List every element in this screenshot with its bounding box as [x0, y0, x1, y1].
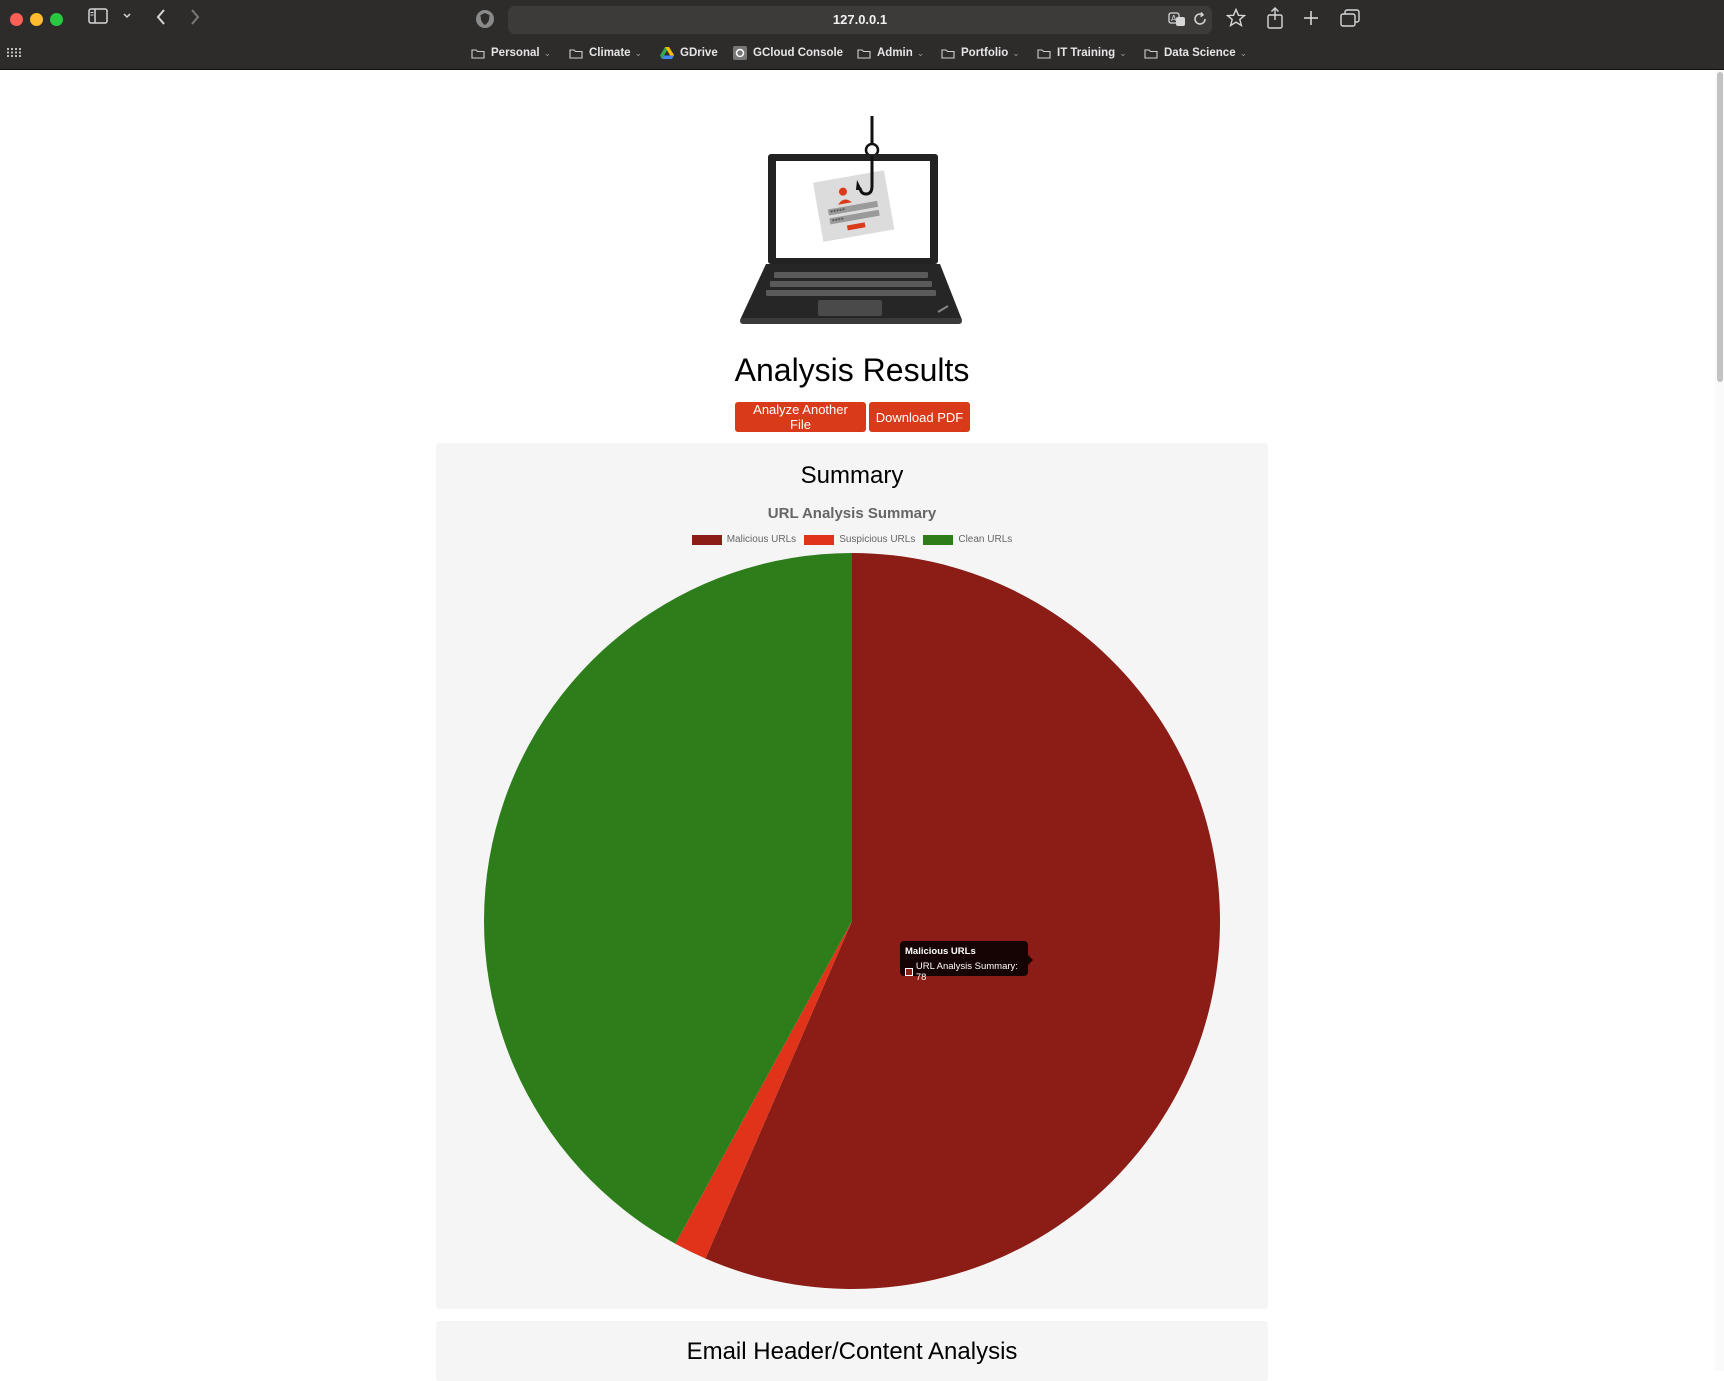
maximize-window-button[interactable]	[50, 13, 63, 26]
bookmark-label: IT Training	[1057, 47, 1116, 59]
forward-icon[interactable]	[189, 8, 201, 26]
tooltip-value: URL Analysis Summary: 78	[915, 961, 1018, 983]
folder-icon	[569, 48, 583, 59]
chart-tooltip: Malicious URLs URL Analysis Summary: 78	[900, 941, 1028, 983]
folder-icon	[857, 48, 871, 59]
folder-icon	[941, 48, 955, 59]
chevron-down-icon: ⌄	[634, 47, 643, 58]
chevron-down-icon: ⌄	[1119, 47, 1127, 58]
chevron-down-icon: ⌄	[1012, 47, 1020, 58]
close-window-button[interactable]	[10, 13, 23, 26]
translate-icon[interactable]: A	[1168, 11, 1186, 27]
chevron-down-icon[interactable]	[122, 12, 132, 20]
bookmarks-bar: Personal ⌄ Climate ⌄ GDrive GCloud Console Adm…	[0, 42, 1724, 64]
folder-icon	[1144, 48, 1158, 59]
bookmark-climate[interactable]: Climate ⌄	[569, 42, 642, 64]
bookmark-admin[interactable]: Admin ⌄	[857, 42, 924, 64]
address-bar[interactable]: 127.0.0.1 A	[508, 6, 1212, 34]
folder-icon	[471, 48, 485, 59]
chevron-down-icon: ⌄	[916, 47, 925, 58]
tooltip-row: URL Analysis Summary: 78	[905, 961, 1028, 983]
summary-card: Summary URL Analysis Summary Malicious U…	[436, 443, 1268, 1309]
email-analysis-heading: Email Header/Content Analysis	[686, 1338, 1018, 1365]
bookmark-label: GCloud Console	[753, 47, 844, 59]
email-analysis-card: Email Header/Content Analysis	[436, 1321, 1268, 1381]
bookmark-label: Admin	[877, 47, 913, 59]
browser-toolbar: 127.0.0.1 A Personal ⌄ Climate ⌄ GDrive GClou…	[0, 0, 1724, 70]
bookmark-label: Climate	[589, 47, 631, 59]
minimize-window-button[interactable]	[30, 13, 43, 26]
analyze-another-file-button[interactable]: Analyze Another File	[735, 402, 866, 432]
bookmark-gdrive[interactable]: GDrive	[660, 42, 718, 64]
back-icon[interactable]	[155, 8, 167, 26]
page-title: Analysis Results	[734, 352, 970, 388]
chevron-down-icon: ⌄	[543, 47, 552, 58]
phishing-laptop-illustration: ***** ****	[736, 110, 966, 330]
gcloud-icon	[733, 46, 747, 60]
privacy-shield-icon[interactable]	[474, 8, 496, 30]
google-drive-icon	[660, 47, 674, 59]
reload-icon[interactable]	[1192, 11, 1208, 27]
tooltip-caret	[1028, 955, 1033, 965]
bookmark-label: Portfolio	[961, 47, 1009, 59]
download-pdf-button[interactable]: Download PDF	[869, 402, 970, 432]
share-icon[interactable]	[1266, 7, 1284, 29]
folder-icon	[1037, 48, 1051, 59]
sidebar-toggle-icon[interactable]	[88, 8, 108, 24]
url-text: 127.0.0.1	[832, 12, 888, 27]
bookmark-it-training[interactable]: IT Training ⌄	[1037, 42, 1127, 64]
bookmark-label: Data Science	[1164, 47, 1236, 59]
scrollbar-thumb[interactable]	[1717, 72, 1723, 382]
new-tab-icon[interactable]	[1302, 9, 1320, 27]
bookmark-portfolio[interactable]: Portfolio ⌄	[941, 42, 1020, 64]
bookmark-gcloud-console[interactable]: GCloud Console	[733, 42, 843, 64]
bookmark-label: Personal	[491, 47, 540, 59]
bookmark-label: GDrive	[680, 47, 718, 59]
bookmark-star-icon[interactable]	[1226, 8, 1246, 28]
chevron-down-icon: ⌄	[1239, 47, 1248, 58]
tooltip-color-swatch	[905, 968, 913, 976]
bookmark-personal[interactable]: Personal ⌄	[471, 42, 551, 64]
tab-overview-icon[interactable]	[1340, 9, 1360, 27]
bookmark-data-science[interactable]: Data Science ⌄	[1144, 42, 1247, 64]
tooltip-title: Malicious URLs	[905, 946, 976, 957]
url-analysis-pie-chart[interactable]	[436, 443, 1268, 1309]
